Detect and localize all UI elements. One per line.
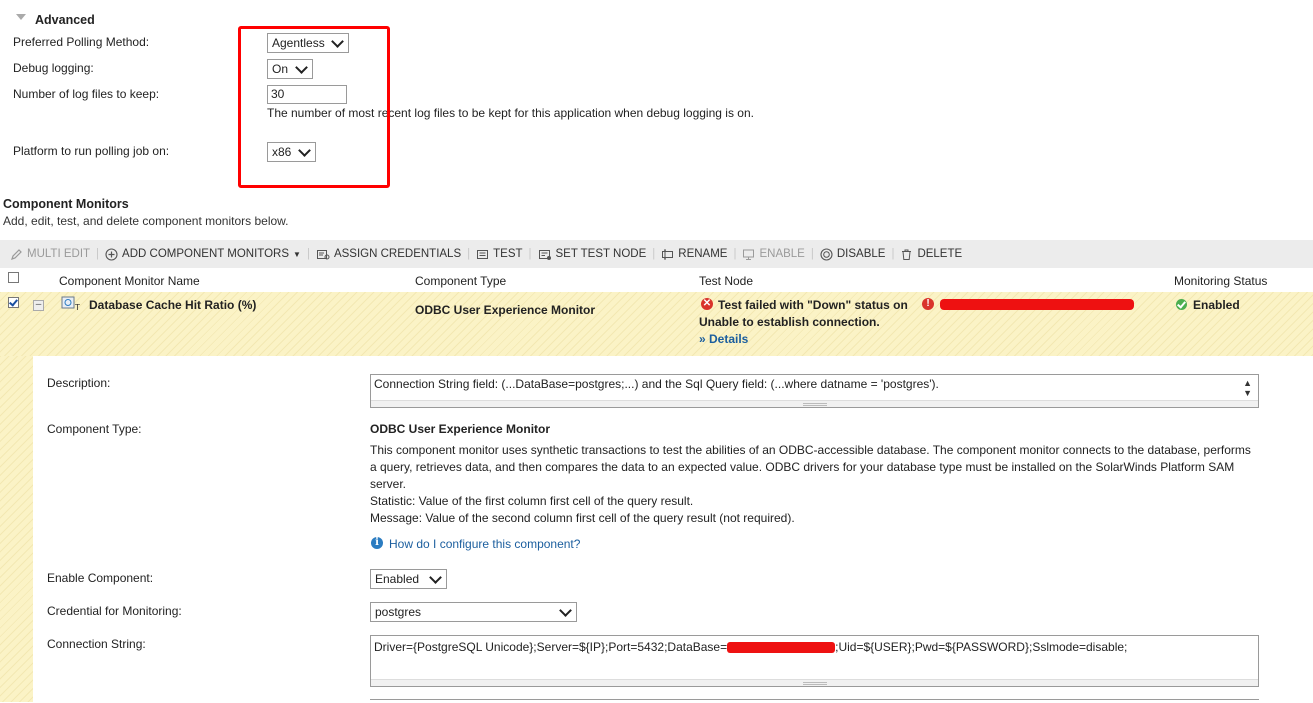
trash-icon [902, 249, 912, 260]
plus-circle-icon [105, 247, 118, 261]
caret-down-icon: ▼ [293, 249, 301, 259]
add-component-monitors-button[interactable]: ADD COMPONENT MONITORS ▼ [105, 247, 301, 261]
connection-string-suffix: ;Uid=${USER};Pwd=${PASSWORD};Sslmode=dis… [835, 640, 1128, 654]
monitor-icon [743, 249, 755, 260]
row-test-result: Test failed with "Down" status on [718, 298, 908, 312]
chevron-down-icon [429, 571, 442, 584]
row-component-type: ODBC User Experience Monitor [415, 303, 596, 317]
redacted-node-name [940, 299, 1134, 310]
rename-icon [662, 249, 674, 259]
description-label: Description: [47, 376, 111, 390]
resize-grip[interactable] [371, 400, 1258, 407]
component-monitors-title: Component Monitors [3, 197, 129, 211]
next-field-border [370, 699, 1259, 703]
description-textarea[interactable]: Connection String field: (...DataBase=po… [370, 374, 1259, 408]
delete-button[interactable]: DELETE [900, 248, 962, 261]
credentials-icon [316, 249, 330, 259]
connection-string-label: Connection String: [47, 637, 146, 651]
platform-label: Platform to run polling job on: [13, 144, 170, 158]
row-checkbox[interactable] [8, 297, 19, 308]
multi-edit-button[interactable]: MULTI EDIT [10, 248, 90, 261]
set-test-node-button[interactable]: SET TEST NODE [538, 248, 646, 261]
component-detail-panel: Description: Connection String field: (.… [33, 356, 1313, 702]
highlight-annotation-box [238, 26, 390, 188]
enable-button[interactable]: ENABLE [742, 248, 805, 261]
column-header-test-node: Test Node [699, 274, 754, 288]
connection-string-textarea[interactable]: Driver={PostgreSQL Unicode};Server=${IP}… [370, 635, 1259, 687]
component-monitors-subtitle: Add, edit, test, and delete component mo… [3, 214, 289, 228]
test-node-icon [538, 249, 551, 260]
credential-select[interactable]: postgres [370, 602, 577, 622]
enable-component-select[interactable]: Enabled [370, 569, 447, 589]
svg-text:T: T [74, 303, 80, 312]
component-type-description: This component monitor uses synthetic tr… [370, 443, 1251, 491]
advanced-section-title: Advanced [35, 13, 95, 27]
row-status: Enabled [1193, 298, 1240, 312]
message-line: Message: Value of the second column firs… [370, 511, 795, 525]
credential-value: postgres [375, 605, 422, 619]
column-header-type: Component Type [415, 274, 507, 288]
redacted-database-name [727, 642, 836, 654]
disable-button[interactable]: DISABLE [820, 247, 885, 261]
info-icon: i [371, 537, 383, 549]
description-value: Connection String field: (...DataBase=po… [374, 377, 939, 391]
resize-grip[interactable] [371, 679, 1258, 686]
help-link[interactable]: How do I configure this component? [389, 537, 580, 551]
preferred-polling-label: Preferred Polling Method: [13, 35, 150, 49]
details-link[interactable]: » Details [699, 332, 748, 346]
log-files-label: Number of log files to keep: [13, 87, 160, 101]
disable-icon [820, 247, 833, 261]
enabled-status-icon [1176, 299, 1187, 310]
credential-label: Credential for Monitoring: [47, 604, 182, 618]
connection-string-prefix: Driver={PostgreSQL Unicode};Server=${IP}… [374, 640, 728, 654]
component-type-title: ODBC User Experience Monitor [370, 422, 551, 436]
chevron-down-icon [559, 604, 572, 617]
rename-button[interactable]: RENAME [661, 248, 727, 261]
debug-logging-label: Debug logging: [13, 61, 94, 75]
component-type-label: Component Type: [47, 422, 142, 436]
enable-component-label: Enable Component: [47, 571, 154, 585]
test-icon [477, 249, 489, 259]
node-down-icon: ! [922, 298, 934, 310]
test-failed-icon: ✕ [701, 298, 713, 310]
collapse-row-icon[interactable]: – [33, 300, 44, 311]
textarea-scroll-arrows-icon[interactable]: ▲ ▼ [1243, 378, 1252, 398]
select-all-checkbox[interactable] [8, 272, 19, 283]
enable-component-value: Enabled [375, 572, 420, 586]
statistic-line: Statistic: Value of the first column fir… [370, 494, 694, 508]
pencil-icon [11, 248, 22, 260]
table-header: Component Monitor Name Component Type Te… [0, 268, 1313, 292]
column-header-name: Component Monitor Name [59, 274, 200, 288]
assign-credentials-button[interactable]: ASSIGN CREDENTIALS [316, 248, 461, 261]
table-row[interactable]: – T Database Cache Hit Ratio (%) ODBC Us… [0, 292, 1313, 356]
component-monitor-icon: T [61, 296, 80, 312]
advanced-collapse-icon[interactable] [16, 14, 26, 20]
column-header-status: Monitoring Status [1174, 274, 1268, 288]
test-button[interactable]: TEST [476, 248, 523, 261]
row-component-name[interactable]: Database Cache Hit Ratio (%) [89, 298, 256, 312]
row-test-message: Unable to establish connection. [699, 315, 880, 329]
component-toolbar: MULTI EDIT | ADD COMPONENT MONITORS ▼ | … [0, 240, 1313, 268]
